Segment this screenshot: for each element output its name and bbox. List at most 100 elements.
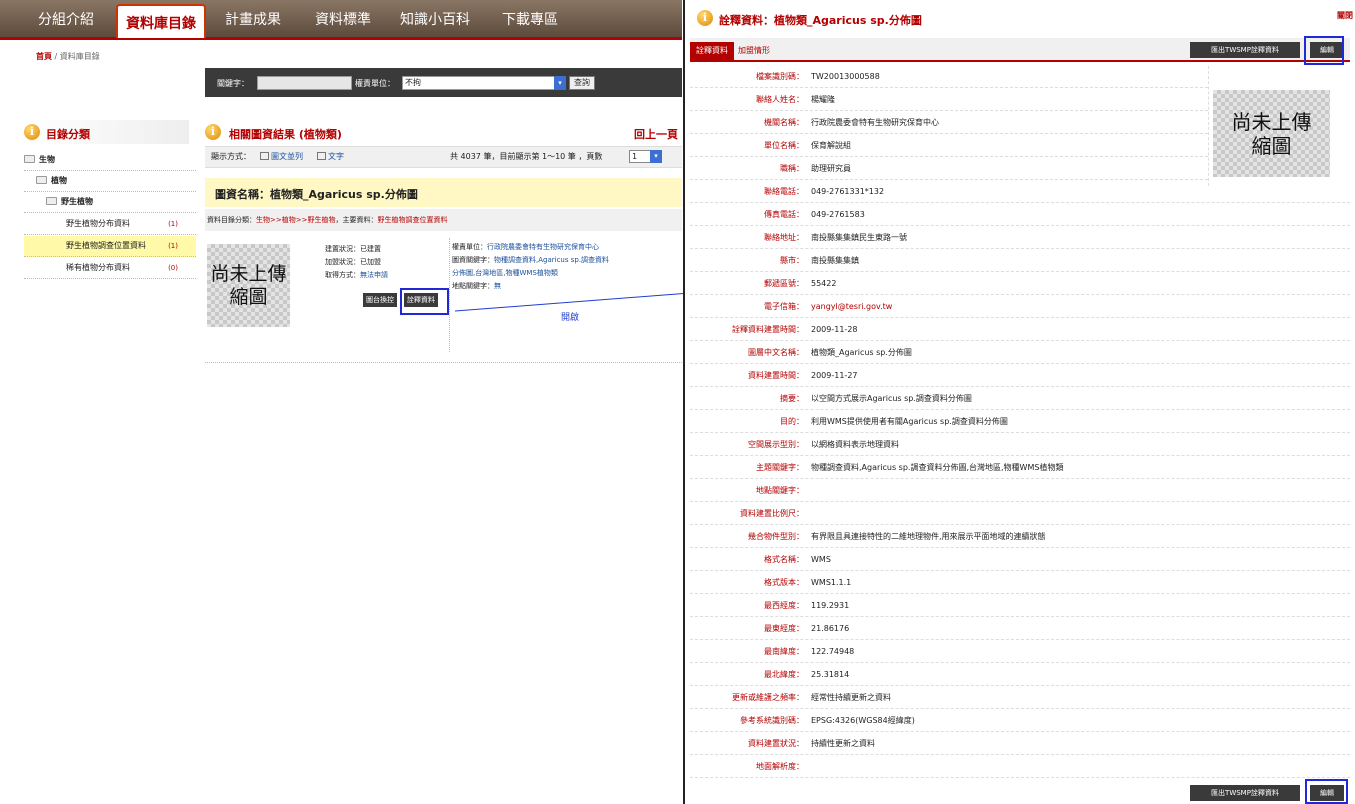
result-status: 建置狀況：已建置 加盟狀況：已加盟 取得方式：無法申請 bbox=[325, 245, 388, 279]
highlight-box bbox=[1304, 36, 1344, 65]
metadata-field-row: 職稱： 助理研究員 bbox=[690, 158, 1208, 180]
nav-tab-group-intro[interactable]: 分組介紹 bbox=[38, 9, 94, 29]
metadata-field-value: 持續性更新之資料 bbox=[811, 739, 875, 748]
metadata-field-row: 縣市： 南投縣集集鎮 bbox=[690, 250, 1350, 272]
divider bbox=[1208, 66, 1209, 186]
keyword-input[interactable] bbox=[257, 76, 352, 90]
keyword-label: 關鍵字： bbox=[217, 79, 249, 88]
search-button[interactable]: 查詢 bbox=[569, 76, 595, 90]
metadata-field-label: 機關名稱： bbox=[764, 118, 804, 127]
metadata-field-row: 目的： 利用WMS提供使用者有關Agaricus sp.調查資料分佈圖 bbox=[690, 411, 1350, 433]
metadata-field-row: 格式名稱： WMS bbox=[690, 549, 1350, 571]
result-item-title-bar: 圖資名稱：植物類_Agaricus sp.分佈圖 bbox=[205, 178, 682, 207]
sidebar-header: i 目錄分類 bbox=[24, 120, 189, 144]
metadata-field-value: 行政院農委會特有生物研究保育中心 bbox=[811, 118, 939, 127]
results-summary: 共 4037 筆，目前顯示第 1～10 筆 ，頁數 bbox=[450, 152, 603, 161]
metadata-field-row: 地面解析度： bbox=[690, 756, 1350, 778]
sidebar-title: 目錄分類 bbox=[46, 128, 90, 141]
metadata-field-label: 格式版本： bbox=[764, 578, 804, 587]
metadata-field-label: 地面解析度： bbox=[756, 762, 804, 771]
metadata-field-label: 目的： bbox=[780, 417, 804, 426]
metadata-field-row: 郵遞區號： 55422 bbox=[690, 273, 1350, 295]
metadata-field-value: 以網格資料表示地理資料 bbox=[811, 440, 899, 449]
metadata-field-row: 資料建置比例尺： bbox=[690, 503, 1350, 525]
close-link[interactable]: 關閉 bbox=[1337, 10, 1353, 21]
grid-view-icon bbox=[260, 152, 269, 160]
metadata-field-row: 電子信箱： yangyl@tesri.gov.tw bbox=[690, 296, 1350, 318]
metadata-field-label: 電子信箱： bbox=[764, 302, 804, 311]
metadata-field-label: 幾合物件型別： bbox=[748, 532, 804, 541]
metadata-field-label: 詮釋資料建置時間： bbox=[732, 325, 804, 334]
metadata-field-row: 摘要： 以空間方式展示Agaricus sp.調查資料分佈圖 bbox=[690, 388, 1350, 410]
metadata-field-label: 圖層中文名稱： bbox=[748, 348, 804, 357]
metadata-field-label: 格式名稱： bbox=[764, 555, 804, 564]
metadata-field-label: 空間展示型別： bbox=[748, 440, 804, 449]
info-icon: i bbox=[24, 124, 40, 140]
export-twsmp-button-bottom[interactable]: 匯出TWSMP詮釋資料 bbox=[1190, 785, 1300, 801]
metadata-field-row: 檔案識別碼： TW20013000588 bbox=[690, 66, 1208, 88]
metadata-field-label: 縣市： bbox=[780, 256, 804, 265]
nav-tab-downloads[interactable]: 下載專區 bbox=[502, 9, 558, 29]
metadata-field-row: 機關名稱： 行政院農委會特有生物研究保育中心 bbox=[690, 112, 1208, 134]
metadata-field-label: 職稱： bbox=[780, 164, 804, 173]
result-item-title: 圖資名稱：植物類_Agaricus sp.分佈圖 bbox=[215, 188, 418, 201]
results-header: i 相關圖資結果 (植物類) 回上一頁 bbox=[205, 122, 682, 144]
results-title: 相關圖資結果 (植物類) bbox=[229, 128, 342, 141]
metadata-field-row: 最西經度： 119.2931 bbox=[690, 595, 1350, 617]
nav-tab-standards[interactable]: 資料標準 bbox=[315, 9, 371, 29]
folder-icon bbox=[36, 176, 47, 184]
metadata-field-label: 聯絡人姓名： bbox=[756, 95, 804, 104]
result-thumbnail: 尚未上傳 縮圖 bbox=[207, 244, 290, 327]
metadata-field-value: WMS1.1.1 bbox=[811, 578, 852, 587]
metadata-field-label: 參考系統識別碼： bbox=[740, 716, 804, 725]
metadata-field-row: 聯絡電話： 049-2761331*132 bbox=[690, 181, 1350, 203]
nav-tab-catalog[interactable]: 資料庫目錄 bbox=[116, 4, 206, 38]
unit-label: 權責單位： bbox=[355, 79, 395, 88]
export-twsmp-button[interactable]: 匯出TWSMP詮釋資料 bbox=[1190, 42, 1300, 58]
folder-icon bbox=[24, 155, 35, 163]
metadata-field-value: 助理研究員 bbox=[811, 164, 851, 173]
metadata-field-value: 2009-11-28 bbox=[811, 325, 858, 334]
metadata-field-row: 資料建置時間： 2009-11-27 bbox=[690, 365, 1350, 387]
breadcrumb: 首頁 / 資料庫目錄 bbox=[36, 52, 100, 61]
metadata-field-row: 地點關鍵字： bbox=[690, 480, 1350, 502]
nav-tab-results[interactable]: 計畫成果 bbox=[225, 9, 281, 29]
metadata-panel: i 詮釋資料：植物類_Agaricus sp.分佈圖 關閉 詮釋資料 加盟情形 … bbox=[683, 0, 1355, 804]
view-text-toggle[interactable]: 文字 bbox=[317, 147, 344, 167]
metadata-field-label: 摘要： bbox=[780, 394, 804, 403]
tree-item-wild-plant-survey[interactable]: 野生植物調查位置資料 (1) bbox=[24, 236, 196, 257]
tree-item-plants[interactable]: 植物 bbox=[24, 171, 196, 192]
tab-metadata[interactable]: 詮釋資料 bbox=[690, 42, 734, 62]
metadata-field-value: 122.74948 bbox=[811, 647, 855, 656]
back-link[interactable]: 回上一頁 bbox=[634, 126, 678, 142]
metadata-field-value: 049-2761583 bbox=[811, 210, 865, 219]
metadata-field-value: 25.31814 bbox=[811, 670, 850, 679]
metadata-field-row: 幾合物件型別： 有界限且具連接特性的二維地理物件,用來展示平面地域的連續狀態 bbox=[690, 526, 1350, 548]
tree-item-rare-plant-distribution[interactable]: 稀有植物分布資料 (0) bbox=[24, 258, 196, 279]
nav-tab-encyclopedia[interactable]: 知識小百科 bbox=[400, 9, 470, 29]
metadata-field-value[interactable]: yangyl@tesri.gov.tw bbox=[811, 296, 892, 318]
highlight-box bbox=[1305, 779, 1348, 804]
unit-select[interactable]: 不拘 bbox=[402, 76, 555, 90]
chevron-down-icon[interactable]: ▾ bbox=[650, 150, 662, 163]
metadata-field-value: EPSG:4326(WGS84經緯度) bbox=[811, 716, 915, 725]
view-grid-toggle[interactable]: 圖文並列 bbox=[260, 147, 303, 167]
chevron-down-icon[interactable]: ▾ bbox=[554, 76, 566, 90]
import-map-button[interactable]: 圖台換控 bbox=[363, 293, 397, 307]
tree-item-biology[interactable]: 生物 bbox=[24, 150, 196, 171]
tree-item-wild-plants[interactable]: 野生植物 bbox=[24, 192, 196, 213]
breadcrumb-home[interactable]: 首頁 bbox=[36, 52, 52, 61]
metadata-field-value: WMS bbox=[811, 555, 831, 564]
metadata-title: 詮釋資料：植物類_Agaricus sp.分佈圖 bbox=[719, 14, 922, 27]
metadata-field-row: 聯絡人姓名： 楊耀隆 bbox=[690, 89, 1208, 111]
metadata-field-label: 更新或維護之頻率： bbox=[732, 693, 804, 702]
tab-membership[interactable]: 加盟情形 bbox=[732, 42, 776, 62]
metadata-field-row: 傳真電話： 049-2761583 bbox=[690, 204, 1350, 226]
metadata-thumbnail: 尚未上傳 縮圖 bbox=[1213, 90, 1330, 177]
metadata-field-value: 有界限且具連接特性的二維地理物件,用來展示平面地域的連續狀態 bbox=[811, 532, 1046, 541]
metadata-field-row: 詮釋資料建置時間： 2009-11-28 bbox=[690, 319, 1350, 341]
metadata-field-label: 最北緯度： bbox=[764, 670, 804, 679]
info-icon: i bbox=[697, 10, 713, 26]
metadata-field-value: 南投縣集集鎮 bbox=[811, 256, 859, 265]
tree-item-wild-plant-distribution[interactable]: 野生植物分布資料 (1) bbox=[24, 214, 196, 235]
